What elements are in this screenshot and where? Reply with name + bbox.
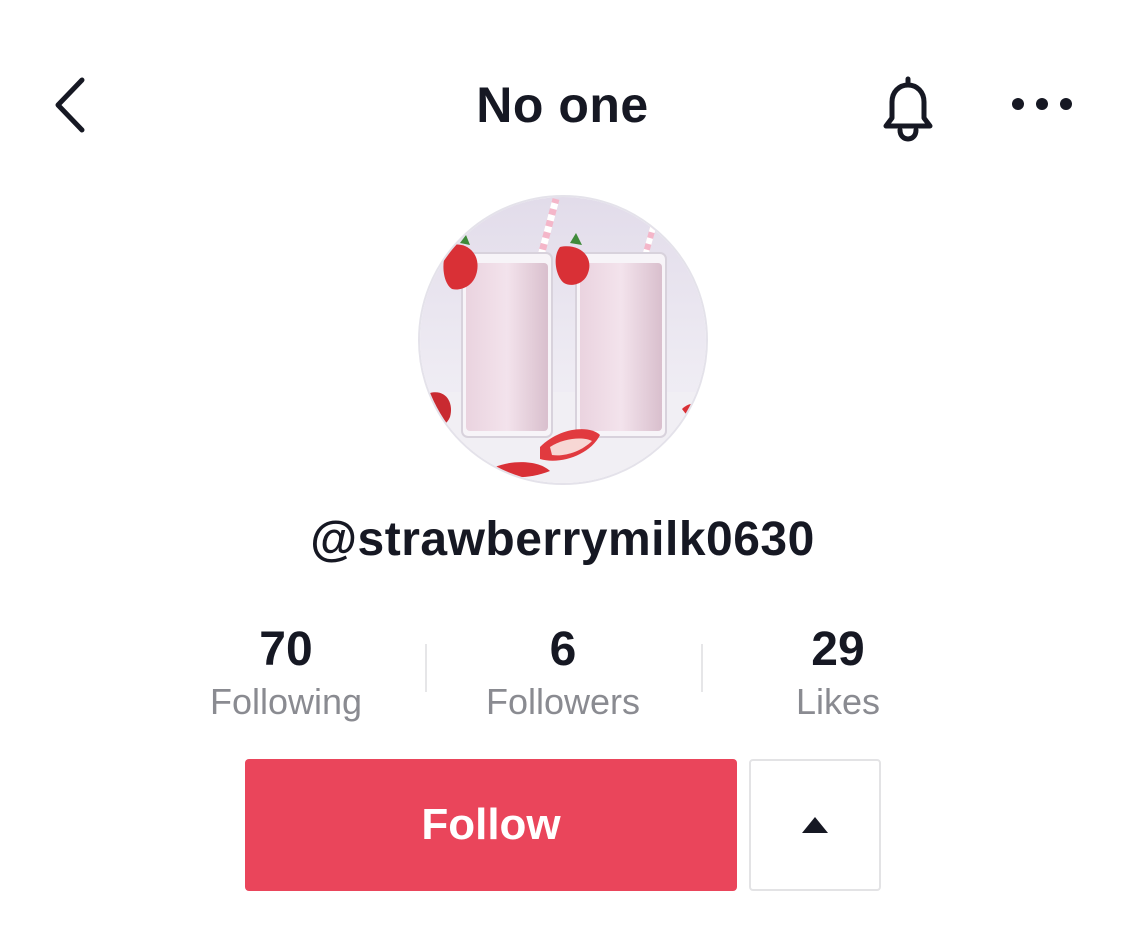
stat-value: 29 [811,623,865,676]
more-horizontal-icon [1012,98,1072,110]
stat-divider [425,644,427,692]
profile-header: No one [0,0,1125,200]
bell-icon [883,76,933,142]
stat-label: Following [209,681,363,722]
avatar[interactable] [418,195,708,485]
more-options-button[interactable] [1008,84,1076,124]
avatar-image [420,197,706,483]
stat-divider [701,644,703,692]
follow-button[interactable]: Follow [245,759,737,891]
stat-followers[interactable]: 6 Followers [443,620,683,724]
stat-following[interactable]: 70 Following [166,620,406,724]
stat-label: Likes [795,681,881,722]
suggested-accounts-button[interactable] [749,759,881,891]
page-title: No one [476,77,649,133]
stat-likes[interactable]: 29 Likes [718,620,958,724]
stat-label: Followers [485,681,641,722]
caret-up-icon [802,817,828,833]
stat-value: 6 [549,623,577,676]
notification-button[interactable] [872,72,944,144]
stat-value: 70 [259,623,313,676]
username: @strawberrymilk0630 [310,513,815,566]
